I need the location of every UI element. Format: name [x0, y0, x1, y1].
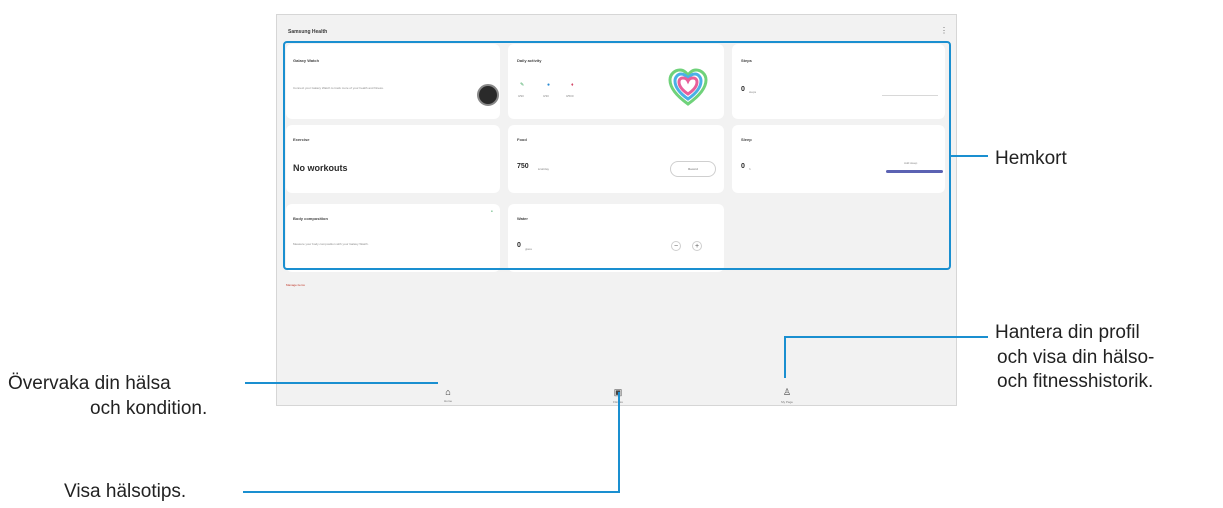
callout-line-tips-h: [243, 491, 620, 493]
nav-home-label: Home: [443, 399, 452, 403]
callout-line-profile-v: [784, 336, 786, 378]
manage-items-link[interactable]: Manage items: [286, 283, 305, 287]
callout-line-hemkort: [951, 155, 988, 157]
callout-line-monitor: [245, 382, 438, 384]
nav-my-page-label: My Page: [781, 400, 793, 404]
home-icon: ⌂: [445, 387, 451, 397]
callout-profile-3: och fitnesshistorik.: [997, 371, 1154, 392]
callout-profile-1: Hantera din profil: [995, 322, 1140, 343]
callout-line-profile-h: [785, 336, 988, 338]
app-title: Samsung Health: [288, 29, 328, 35]
more-vert-icon[interactable]: ⋮: [940, 26, 948, 35]
callout-monitor-2: och kondition.: [90, 398, 208, 419]
callout-monitor-1: Övervaka din hälsa: [8, 373, 171, 394]
callout-home-cards: Hemkort: [995, 148, 1067, 169]
home-cards-highlight: [283, 41, 951, 270]
callout-line-tips-v: [618, 392, 620, 493]
nav-my-page[interactable]: ♙ My Page: [767, 387, 807, 404]
person-icon: ♙: [782, 387, 792, 397]
callout-profile-2: och visa din hälso-: [997, 347, 1155, 368]
callout-tips: Visa hälsotips.: [64, 481, 187, 502]
nav-home[interactable]: ⌂ Home: [428, 387, 468, 403]
